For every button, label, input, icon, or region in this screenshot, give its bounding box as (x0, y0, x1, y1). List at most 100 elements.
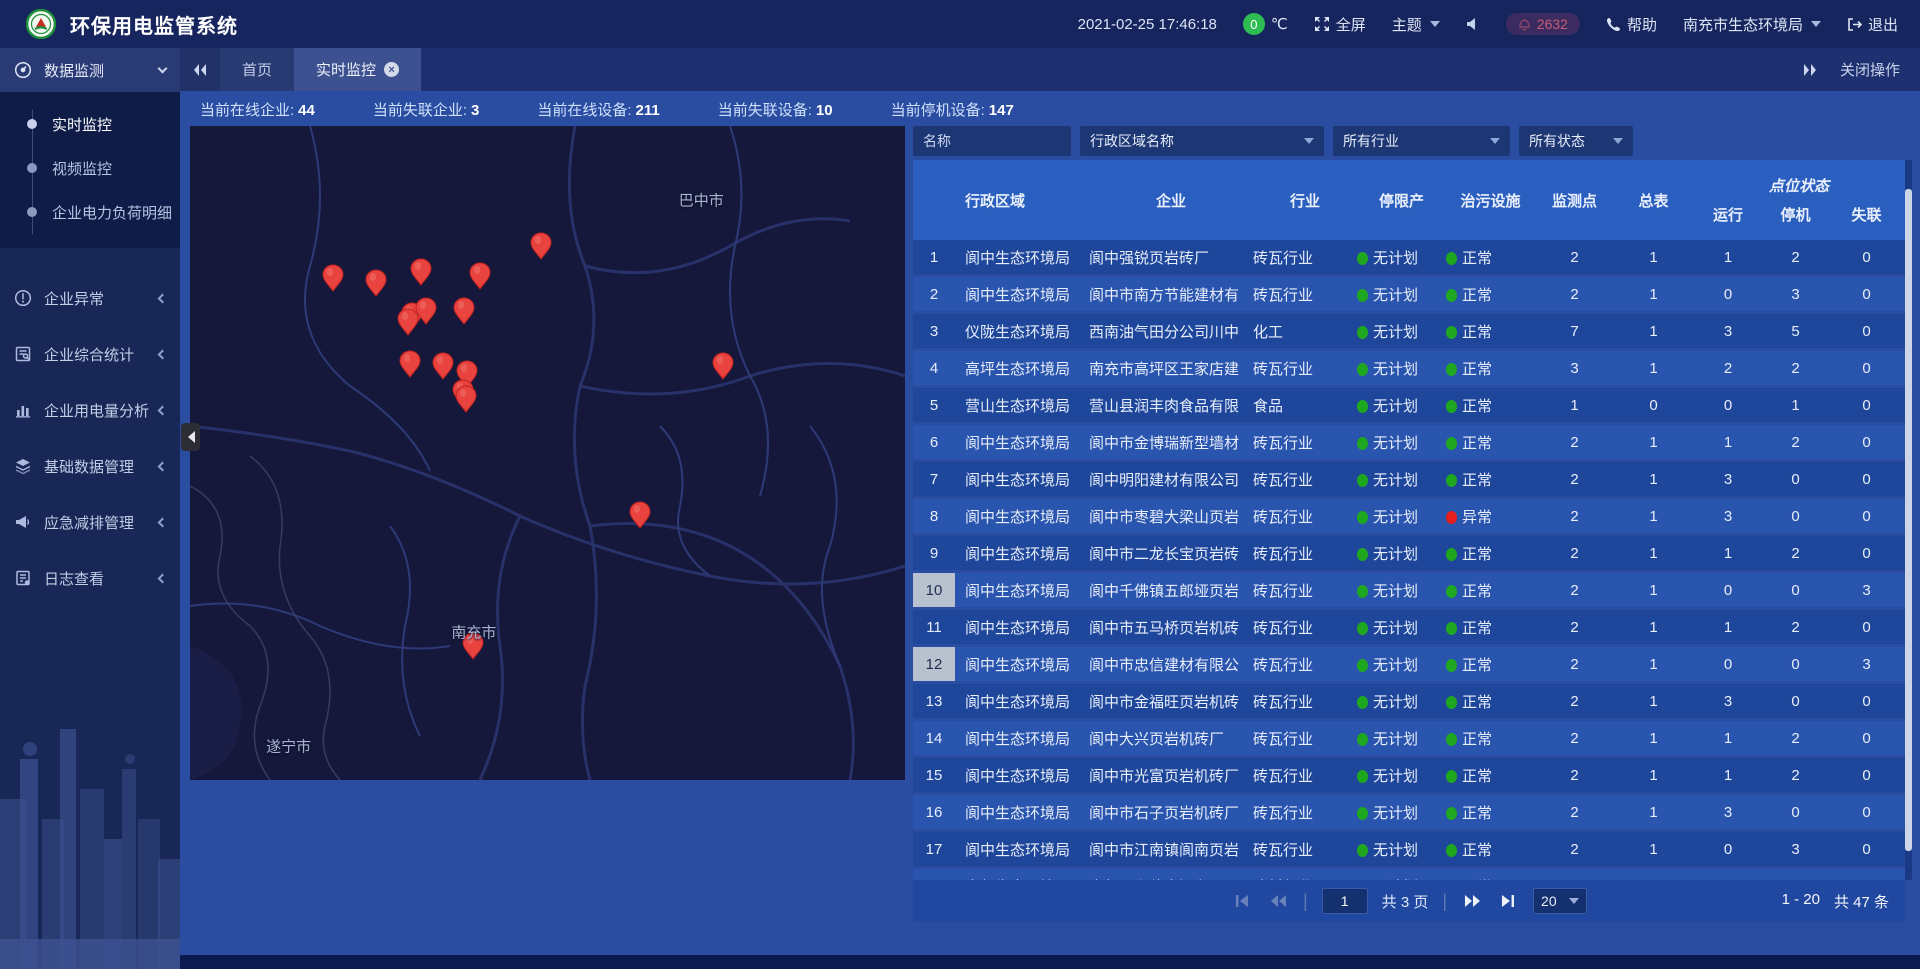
map-panel[interactable]: 巴中市南充市遂宁市 (190, 126, 905, 780)
table-row[interactable]: 9阆中生态环境局阆中市二龙长宝页岩砖砖瓦行业无计划正常21120 (913, 536, 1905, 570)
cell-pollution-facility: 正常 (1446, 432, 1535, 453)
map-pin-icon[interactable] (530, 232, 552, 260)
cell-monitor-points: 2 (1535, 841, 1614, 858)
speaker-icon (1466, 17, 1480, 31)
map-pin-icon[interactable] (432, 352, 454, 380)
last-page-button[interactable] (1497, 890, 1519, 912)
table-row[interactable]: 5营山生态环境局营山县润丰肉食品有限食品无计划正常10010 (913, 388, 1905, 422)
stat-stopped-devices: 当前停机设备:147 (891, 99, 1014, 120)
sidebar-item-video-monitoring[interactable]: 视频监控 (0, 146, 180, 190)
cell-region: 阆中生态环境局 (955, 506, 1089, 527)
status-dot-icon (1446, 844, 1457, 857)
sidebar-item-power-load-detail[interactable]: 企业电力负荷明细 (0, 190, 180, 234)
cell-total-meters: 1 (1614, 508, 1693, 525)
sidebar-item-emergency-reduction[interactable]: 应急减排管理 (0, 494, 180, 550)
sidebar-item-power-analysis[interactable]: 企业用电量分析 (0, 382, 180, 438)
map-collapse-button[interactable] (181, 423, 200, 451)
help-button[interactable]: 帮助 (1606, 14, 1657, 35)
cell-company: 阆中市五马桥页岩机砖 (1089, 617, 1253, 638)
tab-realtime-monitoring[interactable]: 实时监控 × (294, 48, 421, 91)
first-page-button[interactable] (1231, 890, 1253, 912)
cell-industry: 砖瓦行业 (1253, 358, 1357, 379)
sidebar-item-basic-data[interactable]: 基础数据管理 (0, 438, 180, 494)
tab-home[interactable]: 首页 (220, 48, 294, 91)
close-icon[interactable]: × (384, 62, 399, 77)
cell-region: 仪陇生态环境局 (955, 321, 1089, 342)
page-size-select[interactable]: 20 (1533, 888, 1587, 914)
cell-region: 高坪生态环境局 (955, 358, 1089, 379)
row-number: 11 (913, 610, 955, 644)
map-pin-icon[interactable] (712, 352, 734, 380)
table-row[interactable]: 3仪陇生态环境局西南油气田分公司川中化工无计划正常71350 (913, 314, 1905, 348)
sidebar-item-enterprise-abnormal[interactable]: 企业异常 (0, 270, 180, 326)
status-filter-select[interactable]: 所有状态 (1519, 126, 1633, 156)
map-pin-icon[interactable] (410, 258, 432, 286)
cell-pollution-facility: 异常 (1446, 506, 1535, 527)
table-row[interactable]: 13阆中生态环境局阆中市金福旺页岩机砖砖瓦行业无计划正常21300 (913, 684, 1905, 718)
sidebar-item-log-view[interactable]: 日志查看 (0, 550, 180, 606)
table-row[interactable]: 18南部生态环境局南部县砌佳水泥有限公建材行业无计划正常50050 (913, 869, 1905, 880)
map-pin-icon[interactable] (455, 385, 477, 413)
cell-running: 0 (1693, 582, 1763, 599)
table-row[interactable]: 17阆中生态环境局阆中市江南镇阆南页岩砖瓦行业无计划正常21030 (913, 832, 1905, 866)
map-roads-decoration (190, 126, 905, 780)
name-filter-input[interactable]: 名称 (913, 126, 1071, 156)
map-pin-icon[interactable] (629, 501, 651, 529)
tab-scroll-left-button[interactable] (180, 48, 220, 91)
sidebar-item-realtime-monitoring[interactable]: 实时监控 (0, 102, 180, 146)
table-row[interactable]: 6阆中生态环境局阆中市金博瑞新型墙材砖瓦行业无计划正常21120 (913, 425, 1905, 459)
map-pin-icon[interactable] (469, 262, 491, 290)
cell-running: 0 (1693, 286, 1763, 303)
table-row[interactable]: 15阆中生态环境局阆中市光富页岩机砖厂砖瓦行业无计划正常21120 (913, 758, 1905, 792)
status-dot-icon (1357, 511, 1368, 524)
cell-stopped: 0 (1763, 656, 1828, 673)
map-pin-icon[interactable] (322, 264, 344, 292)
cell-disconnected: 0 (1828, 249, 1905, 266)
cell-pollution-facility: 正常 (1446, 580, 1535, 601)
chevron-down-icon (1430, 21, 1440, 27)
table-row[interactable]: 11阆中生态环境局阆中市五马桥页岩机砖砖瓦行业无计划正常21120 (913, 610, 1905, 644)
theme-dropdown[interactable]: 主题 (1392, 14, 1440, 35)
table-row[interactable]: 2阆中生态环境局阆中市南方节能建材有砖瓦行业无计划正常21030 (913, 277, 1905, 311)
cell-region: 阆中生态环境局 (955, 580, 1089, 601)
org-label: 南充市生态环境局 (1683, 14, 1803, 35)
temperature-indicator: 0 ℃ (1243, 13, 1288, 35)
menu-label: 企业综合统计 (44, 344, 134, 365)
table-row[interactable]: 8阆中生态环境局阆中市枣碧大梁山页岩砖瓦行业无计划异常21300 (913, 499, 1905, 533)
fullscreen-button[interactable]: 全屏 (1314, 14, 1366, 35)
double-chevron-right-icon[interactable] (1802, 63, 1818, 77)
mute-button[interactable] (1466, 17, 1480, 31)
cell-total-meters: 1 (1614, 582, 1693, 599)
table-row[interactable]: 14阆中生态环境局阆中大兴页岩机砖厂砖瓦行业无计划正常21120 (913, 721, 1905, 755)
map-pin-icon[interactable] (415, 297, 437, 325)
industry-filter-select[interactable]: 所有行业 (1333, 126, 1510, 156)
table-row[interactable]: 1阆中生态环境局阆中强锐页岩砖厂砖瓦行业无计划正常21120 (913, 240, 1905, 274)
notification-badge[interactable]: 2632 (1506, 13, 1580, 35)
logout-button[interactable]: 退出 (1847, 14, 1898, 35)
cell-industry: 砖瓦行业 (1253, 284, 1357, 305)
cell-total-meters: 1 (1614, 286, 1693, 303)
map-pin-icon[interactable] (399, 350, 421, 378)
cell-stopped: 2 (1763, 619, 1828, 636)
sidebar-item-data-monitoring[interactable]: 数据监测 (0, 48, 180, 92)
org-dropdown[interactable]: 南充市生态环境局 (1683, 14, 1821, 35)
prev-page-button[interactable] (1267, 890, 1289, 912)
cell-stop-production: 无计划 (1357, 654, 1446, 675)
map-pin-icon[interactable] (365, 269, 387, 297)
scrollbar-thumb[interactable] (1905, 189, 1912, 851)
cell-stopped: 3 (1763, 286, 1828, 303)
table-row[interactable]: 7阆中生态环境局阆中明阳建材有限公司砖瓦行业无计划正常21300 (913, 462, 1905, 496)
submenu-label: 视频监控 (52, 158, 112, 179)
region-filter-select[interactable]: 行政区域名称 (1080, 126, 1324, 156)
page-number-input[interactable]: 1 (1322, 888, 1368, 914)
table-row[interactable]: 4高坪生态环境局南充市高坪区王家店建砖瓦行业无计划正常31220 (913, 351, 1905, 385)
close-operations-button[interactable]: 关闭操作 (1840, 59, 1900, 80)
table-row[interactable]: 10阆中生态环境局阆中千佛镇五郎垭页岩砖瓦行业无计划正常21003 (913, 573, 1905, 607)
next-page-button[interactable] (1461, 890, 1483, 912)
table-row[interactable]: 16阆中生态环境局阆中市石子页岩机砖厂砖瓦行业无计划正常21300 (913, 795, 1905, 829)
table-row[interactable]: 12阆中生态环境局阆中市忠信建材有限公砖瓦行业无计划正常21003 (913, 647, 1905, 681)
cell-company: 阆中大兴页岩机砖厂 (1089, 728, 1253, 749)
sidebar-item-enterprise-statistics[interactable]: 企业综合统计 (0, 326, 180, 382)
map-pin-icon[interactable] (453, 297, 475, 325)
status-dot-icon (1446, 548, 1457, 561)
